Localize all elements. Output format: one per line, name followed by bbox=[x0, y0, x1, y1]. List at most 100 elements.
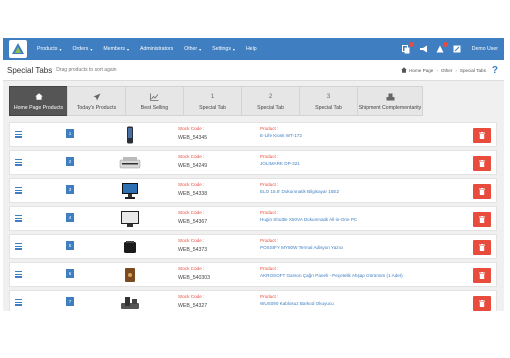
number-three-icon: 3 bbox=[326, 93, 331, 100]
alert-icon[interactable] bbox=[436, 41, 448, 54]
stock-code-label: Stock Code : bbox=[178, 210, 205, 215]
trash-icon bbox=[479, 216, 485, 223]
product-name-link[interactable]: AKROSOFT Garson Çağrı Paneli - Peçetelik… bbox=[260, 273, 403, 278]
product-name-link[interactable]: Hugin Shuttle X50VA Dokunmatik All-in-On… bbox=[260, 217, 357, 222]
tab-bar: Home Page Products Today's Products Best… bbox=[9, 86, 423, 116]
product-label: Product : bbox=[260, 294, 279, 299]
product-name-link[interactable]: E-Life Kiosk WT-172 bbox=[260, 133, 302, 138]
drag-handle-icon[interactable] bbox=[15, 159, 22, 166]
nav-administrators[interactable]: Administrators bbox=[140, 46, 173, 52]
stock-code-block: Stock Code : WEB_54338 bbox=[178, 182, 207, 197]
product-label: Product : bbox=[260, 126, 279, 131]
delete-button[interactable] bbox=[473, 212, 491, 227]
delete-button[interactable] bbox=[473, 128, 491, 143]
list-item[interactable]: 2 Stock Code : WEB_54249 Product : JOLIM… bbox=[9, 150, 497, 175]
stock-code-value: WEB_54338 bbox=[178, 191, 208, 197]
tab-home-page-products[interactable]: Home Page Products bbox=[9, 86, 68, 116]
stock-code-block: Stock Code : WEB_54345 bbox=[178, 126, 207, 141]
tab-special-1[interactable]: 1 Special Tab bbox=[183, 86, 242, 116]
stock-code-value: WEB_54249 bbox=[178, 163, 208, 169]
product-block: Product : Hugin Shuttle X50VA Dokunmatik… bbox=[260, 210, 357, 222]
product-block: Product : E-Life Kiosk WT-172 bbox=[260, 126, 302, 138]
product-label: Product : bbox=[260, 154, 279, 159]
breadcrumb-home[interactable]: Home Page bbox=[409, 68, 433, 73]
tab-label: Shipment Complementarity bbox=[358, 104, 422, 111]
delete-button[interactable] bbox=[473, 240, 491, 255]
nav-other[interactable]: Other ▾ bbox=[184, 46, 201, 52]
order-number: 3 bbox=[66, 185, 74, 194]
stock-code-block: Stock Code : WEB_54373 bbox=[178, 238, 207, 253]
chevron-down-icon: ▾ bbox=[199, 46, 202, 52]
delete-button[interactable] bbox=[473, 296, 491, 311]
breadcrumb-current: Special Tabs bbox=[459, 67, 486, 73]
page-title: Special Tabs bbox=[7, 65, 53, 75]
nav-products[interactable]: Products ▾ bbox=[37, 46, 62, 52]
app-logo[interactable] bbox=[9, 40, 27, 58]
order-number: 6 bbox=[66, 269, 74, 278]
list-item[interactable]: 3 Stock Code : WEB_54338 Product : ELO 1… bbox=[9, 178, 497, 203]
product-name-link[interactable]: WUS090 Kablosuz Barkod Okuyucu bbox=[260, 301, 334, 306]
product-block: Product : POSSIFY MY80W Termal Adisyon Y… bbox=[260, 238, 343, 250]
nav-orders[interactable]: Orders ▾ bbox=[73, 46, 93, 52]
tab-label: Home Page Products bbox=[13, 104, 64, 111]
delete-button[interactable] bbox=[473, 268, 491, 283]
nav-settings[interactable]: Settings ▾ bbox=[212, 46, 235, 52]
stock-code-block: Stock Code : WEB_54367 bbox=[178, 210, 207, 225]
top-navbar: Products ▾ Orders ▾ Members ▾ Administrator… bbox=[3, 38, 504, 60]
trash-icon bbox=[479, 132, 485, 139]
stock-code-block: Stock Code : WEB_54249 bbox=[178, 154, 207, 169]
product-name-link[interactable]: POSSIFY MY80W Termal Adisyon Yazıcı bbox=[260, 245, 343, 250]
drag-handle-icon[interactable] bbox=[15, 187, 22, 194]
navbar-right: Demo User bbox=[394, 41, 498, 54]
product-thumbnail bbox=[118, 153, 142, 173]
megaphone-icon[interactable] bbox=[419, 45, 428, 54]
tab-special-3[interactable]: 3 Special Tab bbox=[299, 86, 358, 116]
drag-handle-icon[interactable] bbox=[15, 271, 22, 278]
trash-icon bbox=[479, 300, 485, 307]
tab-special-2[interactable]: 2 Special Tab bbox=[241, 86, 300, 116]
product-label: Product : bbox=[260, 266, 279, 271]
product-name-link[interactable]: JOLIMARK DP-321 bbox=[260, 161, 300, 166]
product-block: Product : AKROSOFT Garson Çağrı Paneli -… bbox=[260, 266, 403, 278]
user-menu[interactable]: Demo User bbox=[472, 46, 498, 52]
breadcrumb-other[interactable]: Other bbox=[441, 68, 453, 73]
stock-code-label: Stock Code : bbox=[178, 266, 205, 271]
edit-icon[interactable] bbox=[453, 45, 462, 54]
nav-members[interactable]: Members ▾ bbox=[103, 46, 129, 52]
trash-icon bbox=[479, 160, 485, 167]
product-thumbnail bbox=[118, 265, 142, 285]
nav-help[interactable]: Help bbox=[246, 46, 257, 52]
product-thumbnail bbox=[118, 209, 142, 229]
stock-code-block: Stock Code : WEB_540303 bbox=[178, 266, 210, 281]
drag-handle-icon[interactable] bbox=[15, 131, 22, 138]
tab-shipment-complementarity[interactable]: Shipment Complementarity bbox=[357, 86, 423, 116]
product-label: Product : bbox=[260, 238, 279, 243]
delete-button[interactable] bbox=[473, 184, 491, 199]
tab-label: Special Tab bbox=[315, 104, 342, 111]
product-name-link[interactable]: ELO 15.6' Dokunmatik Bilgisayar 15E2 bbox=[260, 189, 339, 194]
stock-code-block: Stock Code : WEB_54327 bbox=[178, 294, 207, 309]
delete-button[interactable] bbox=[473, 156, 491, 171]
list-item[interactable]: 5 Stock Code : WEB_54373 Product : POSSI… bbox=[9, 234, 497, 259]
tab-best-selling[interactable]: Best Selling bbox=[125, 86, 184, 116]
help-icon[interactable]: ? bbox=[492, 65, 498, 76]
order-number: 5 bbox=[66, 241, 74, 250]
chevron-down-icon: ▾ bbox=[127, 46, 130, 52]
paper-plane-icon bbox=[93, 92, 101, 102]
list-item[interactable]: 6 Stock Code : WEB_540303 Product : AKRO… bbox=[9, 262, 497, 287]
drag-handle-icon[interactable] bbox=[15, 215, 22, 222]
tab-todays-products[interactable]: Today's Products bbox=[67, 86, 126, 116]
product-thumbnail bbox=[118, 237, 142, 257]
chevron-down-icon: ▾ bbox=[90, 46, 93, 52]
alert-badge bbox=[442, 41, 448, 47]
tab-label: Today's Products bbox=[76, 104, 117, 111]
drag-handle-icon[interactable] bbox=[15, 243, 22, 250]
list-item[interactable]: 4 Stock Code : WEB_54367 Product : Hugin… bbox=[9, 206, 497, 231]
copy-icon[interactable] bbox=[402, 41, 414, 54]
stock-code-label: Stock Code : bbox=[178, 238, 205, 243]
list-item[interactable]: 1 Stock Code : WEB_54345 Product : E-Lif… bbox=[9, 122, 497, 147]
list-item[interactable]: 7 Stock Code : WEB_54327 Product : WUS09… bbox=[9, 290, 497, 311]
stock-code-value: WEB_54327 bbox=[178, 303, 208, 309]
drag-handle-icon[interactable] bbox=[15, 299, 22, 306]
product-thumbnail bbox=[118, 181, 142, 201]
